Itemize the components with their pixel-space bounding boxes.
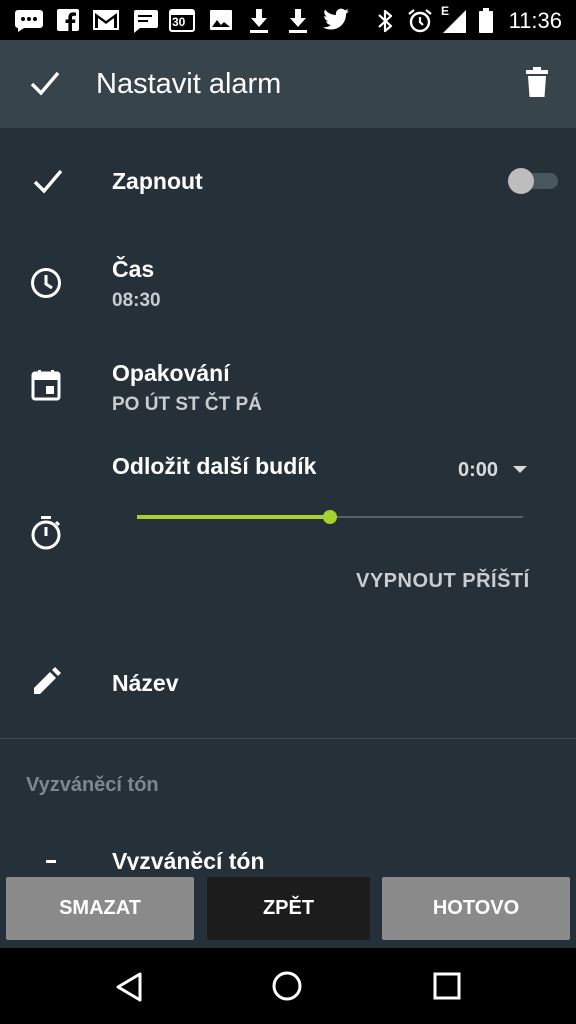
clock-icon <box>31 268 61 298</box>
network-type: E <box>441 4 450 18</box>
calendar-icon: 30 <box>169 8 195 32</box>
image-icon <box>210 10 232 30</box>
cellular-signal-icon: E <box>441 4 467 34</box>
calendar-event-icon <box>31 370 61 401</box>
trash-icon[interactable] <box>525 66 549 98</box>
recents-square-icon[interactable] <box>433 972 461 1000</box>
facebook-icon <box>57 9 79 31</box>
clock: 11:36 <box>508 8 562 33</box>
enable-label: Zapnout <box>112 168 203 194</box>
back-button[interactable]: ZPĚT <box>207 877 370 940</box>
battery-icon <box>479 8 493 33</box>
bottom-button-bar: SMAZAT ZPĚT HOTOVO <box>0 870 576 948</box>
slider-thumb[interactable] <box>323 510 337 524</box>
slider-fill <box>137 515 330 519</box>
twitter-icon <box>323 8 349 30</box>
section-divider <box>0 738 576 739</box>
bluetooth-icon <box>378 9 393 33</box>
enable-toggle[interactable] <box>508 168 560 194</box>
time-label: Čas <box>112 256 155 282</box>
message-icon <box>134 10 158 33</box>
toggle-thumb <box>508 168 534 194</box>
back-triangle-icon[interactable] <box>114 971 144 1003</box>
snooze-slider[interactable] <box>137 508 523 526</box>
calendar-day: 30 <box>172 15 186 29</box>
confirm-check-icon[interactable] <box>30 70 60 96</box>
snooze-value-dropdown[interactable]: 0:00 <box>458 459 498 482</box>
ringtone-section-header: Vyzváněcí tón <box>26 774 159 796</box>
repeat-label: Opakování <box>112 360 230 386</box>
name-label: Název <box>112 670 179 696</box>
pencil-icon <box>34 667 61 694</box>
time-value: 08:30 <box>112 290 161 311</box>
download-icon <box>250 9 268 33</box>
chat-bubble-icon <box>15 10 43 32</box>
snooze-label: Odložit další budík <box>112 453 317 479</box>
app-bar: Nastavit alarm <box>0 40 576 128</box>
repeat-days: PO ÚT ST ČT PÁ <box>112 394 262 415</box>
delete-button[interactable]: SMAZAT <box>6 877 194 940</box>
skip-next-button[interactable]: VYPNOUT PŘÍŠTÍ <box>356 570 530 593</box>
check-icon <box>33 169 63 194</box>
alarm-icon <box>408 9 432 33</box>
download-icon <box>289 9 307 33</box>
dropdown-arrow-icon[interactable] <box>513 466 527 473</box>
status-bar: 30 E 11:36 <box>0 0 576 40</box>
gmail-icon <box>93 10 119 30</box>
done-button[interactable]: HOTOVO <box>382 877 570 940</box>
stopwatch-icon <box>31 516 61 550</box>
navigation-bar <box>0 948 576 1024</box>
page-title: Nastavit alarm <box>96 68 282 100</box>
music-note-icon <box>46 860 56 863</box>
home-circle-icon[interactable] <box>271 970 303 1002</box>
